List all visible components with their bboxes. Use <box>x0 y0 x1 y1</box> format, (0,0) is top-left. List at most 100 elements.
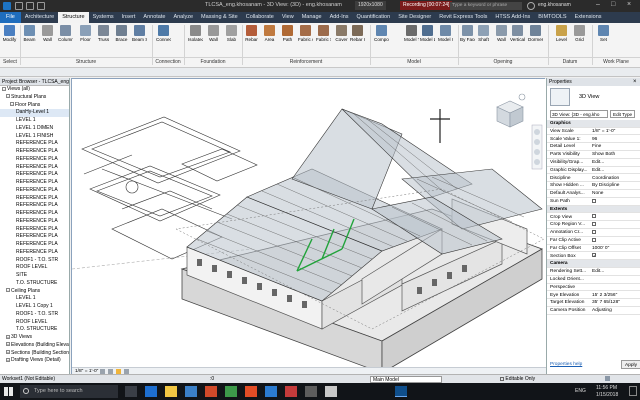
expand-toggle-icon[interactable]: + <box>6 350 10 355</box>
ribbon-tool-wall[interactable]: Wall <box>494 25 509 42</box>
property-value[interactable]: 15' 2 3/256" <box>592 292 639 299</box>
keyword-search-input[interactable]: Type a keyword or phrase <box>450 2 522 10</box>
property-checkbox[interactable] <box>592 214 596 219</box>
property-value[interactable]: Edit... <box>592 159 639 166</box>
ribbon-tool-fabric-sheet[interactable]: Fabric Sheet <box>316 25 331 42</box>
filter-icon[interactable] <box>605 376 610 381</box>
browser-item[interactable]: - Views (all) <box>0 86 69 94</box>
ribbon-tool-rebar-coupler[interactable]: Rebar Coupler <box>350 25 365 42</box>
browser-item[interactable]: REFERENCE PLA <box>0 218 69 226</box>
navigation-bar[interactable] <box>531 124 543 170</box>
ribbon-tool-dormer[interactable]: Dormer <box>528 25 543 42</box>
notifications-icon[interactable] <box>629 386 637 396</box>
task-view-icon[interactable] <box>125 386 137 397</box>
tab-bimtools[interactable]: BIMTOOLS <box>534 12 570 23</box>
property-value[interactable]: Edit... <box>592 167 639 174</box>
expand-toggle-icon[interactable]: - <box>6 94 10 99</box>
browser-item[interactable]: + Sections (Building Section) <box>0 350 69 358</box>
ribbon-tool-vertical[interactable]: Vertical <box>510 25 525 42</box>
clock-date[interactable]: 1/15/2018 <box>596 392 618 398</box>
edit-type-button[interactable]: Edit Type <box>610 110 636 118</box>
browser-item[interactable]: LEVEL 1 Copy 1 <box>0 303 69 311</box>
taskbar-search-box[interactable]: Type here to search <box>20 385 118 398</box>
property-value[interactable]: 35' 7 65/128" <box>592 299 639 306</box>
browser-item[interactable]: LEVEL 1 DIMEN <box>0 125 69 133</box>
property-checkbox[interactable] <box>592 237 596 242</box>
expand-toggle-icon[interactable]: - <box>2 86 6 91</box>
ribbon-tool-column[interactable]: Column <box>58 25 73 42</box>
tab-annotate[interactable]: Annotate <box>139 12 169 23</box>
property-value[interactable] <box>592 221 639 228</box>
property-value[interactable]: Adjusting <box>592 307 639 314</box>
file-explorer-icon[interactable] <box>165 386 177 397</box>
type-name[interactable]: 3D View <box>579 94 599 100</box>
tab-revit-express-tools[interactable]: Revit Express Tools <box>435 12 491 23</box>
browser-item[interactable]: DanHy-Level 1 <box>0 109 69 117</box>
camtasia-icon[interactable] <box>325 386 337 397</box>
tab-structure[interactable]: Structure <box>58 12 89 23</box>
property-value[interactable] <box>592 214 639 221</box>
start-menu-icon[interactable] <box>4 387 13 396</box>
browser-item[interactable]: LEVEL 1 <box>0 295 69 303</box>
properties-help-link[interactable]: Properties help <box>550 362 582 367</box>
ribbon-tool-floor[interactable]: Floor <box>78 25 93 42</box>
browser-item[interactable]: REFERENCE PLA <box>0 210 69 218</box>
tab-analyze[interactable]: Analyze <box>169 12 197 23</box>
minimize-button[interactable]: – <box>596 1 600 8</box>
office-icon[interactable] <box>205 386 217 397</box>
tab-manage[interactable]: Manage <box>298 12 326 23</box>
property-checkbox[interactable]: ✓ <box>592 253 596 258</box>
browser-item[interactable]: - Ceiling Plans <box>0 288 69 296</box>
undo-icon[interactable] <box>37 2 45 10</box>
property-value[interactable]: Show Both <box>592 151 639 158</box>
ribbon-tool-modify[interactable]: Modify <box>2 25 17 42</box>
ribbon-tool-fabric-area[interactable]: Fabric Area <box>298 25 313 42</box>
user-name[interactable]: eng.khosanam <box>538 2 571 8</box>
ribbon-tool-level[interactable]: Level <box>554 25 569 42</box>
browser-item[interactable]: REFERENCE PLA <box>0 187 69 195</box>
properties-section[interactable]: Graphics <box>547 120 640 128</box>
close-button[interactable]: × <box>627 1 631 8</box>
ribbon-tool-beam[interactable]: Beam <box>22 25 37 42</box>
ribbon-tool-isolated[interactable]: Isolated <box>188 25 203 42</box>
chrome-icon[interactable] <box>245 386 257 397</box>
tab-massing-site[interactable]: Massing & Site <box>197 12 242 23</box>
properties-section[interactable]: Extents <box>547 205 640 214</box>
ribbon-tool-model-line[interactable]: Model Line <box>420 25 435 42</box>
browser-item[interactable]: REFERENCE PLA <box>0 156 69 164</box>
tab-collaborate[interactable]: Collaborate <box>242 12 278 23</box>
settings-icon[interactable] <box>305 386 317 397</box>
expand-toggle-icon[interactable]: - <box>10 102 14 107</box>
tab-htss-add-ins[interactable]: HTSS Add-Ins <box>491 12 534 23</box>
property-value[interactable]: 1/8" = 1'-0" <box>592 128 639 135</box>
property-checkbox[interactable] <box>592 198 596 203</box>
browser-item[interactable]: ROOF LEVEL <box>0 319 69 327</box>
editable-only-checkbox[interactable]: Editable Only <box>500 375 535 383</box>
tab-add-ins[interactable]: Add-Ins <box>326 12 353 23</box>
ribbon-tool-model-group[interactable]: Model Group <box>438 25 453 42</box>
browser-item[interactable]: REFERENCE PLA <box>0 164 69 172</box>
tab-site-designer[interactable]: Site Designer <box>394 12 435 23</box>
browser-item[interactable]: REFERENCE PLA <box>0 202 69 210</box>
ribbon-tool-beam-system[interactable]: Beam System <box>132 25 147 42</box>
ribbon-tool-cover[interactable]: Cover <box>334 25 349 42</box>
building-model-render[interactable] <box>71 79 546 375</box>
property-checkbox[interactable] <box>592 229 596 234</box>
browser-item[interactable]: REFERENCE PLA <box>0 148 69 156</box>
browser-item[interactable]: +3D Views <box>0 334 69 342</box>
ribbon-tool-path[interactable]: Path <box>280 25 295 42</box>
tab-quantification[interactable]: Quantification <box>353 12 395 23</box>
ribbon-tool-wall[interactable]: Wall <box>40 25 55 42</box>
apply-button[interactable]: Apply <box>621 360 640 369</box>
design-option-selector[interactable]: Main Model <box>370 376 442 383</box>
expand-toggle-icon[interactable]: + <box>6 357 10 362</box>
ribbon-tool-area[interactable]: Area <box>262 25 277 42</box>
acrobat-icon[interactable] <box>285 386 297 397</box>
browser-item[interactable]: +Elevations (Building Elevation) <box>0 342 69 350</box>
properties-section[interactable]: Camera <box>547 260 640 268</box>
browser-item[interactable]: LEVEL 1 FINISH <box>0 133 69 141</box>
property-value[interactable] <box>592 198 639 205</box>
ribbon-tool-shaft[interactable]: Shaft <box>476 25 491 42</box>
property-value[interactable]: 1000' 0" <box>592 245 639 252</box>
browser-item[interactable]: ROOF LEVEL <box>0 264 69 272</box>
